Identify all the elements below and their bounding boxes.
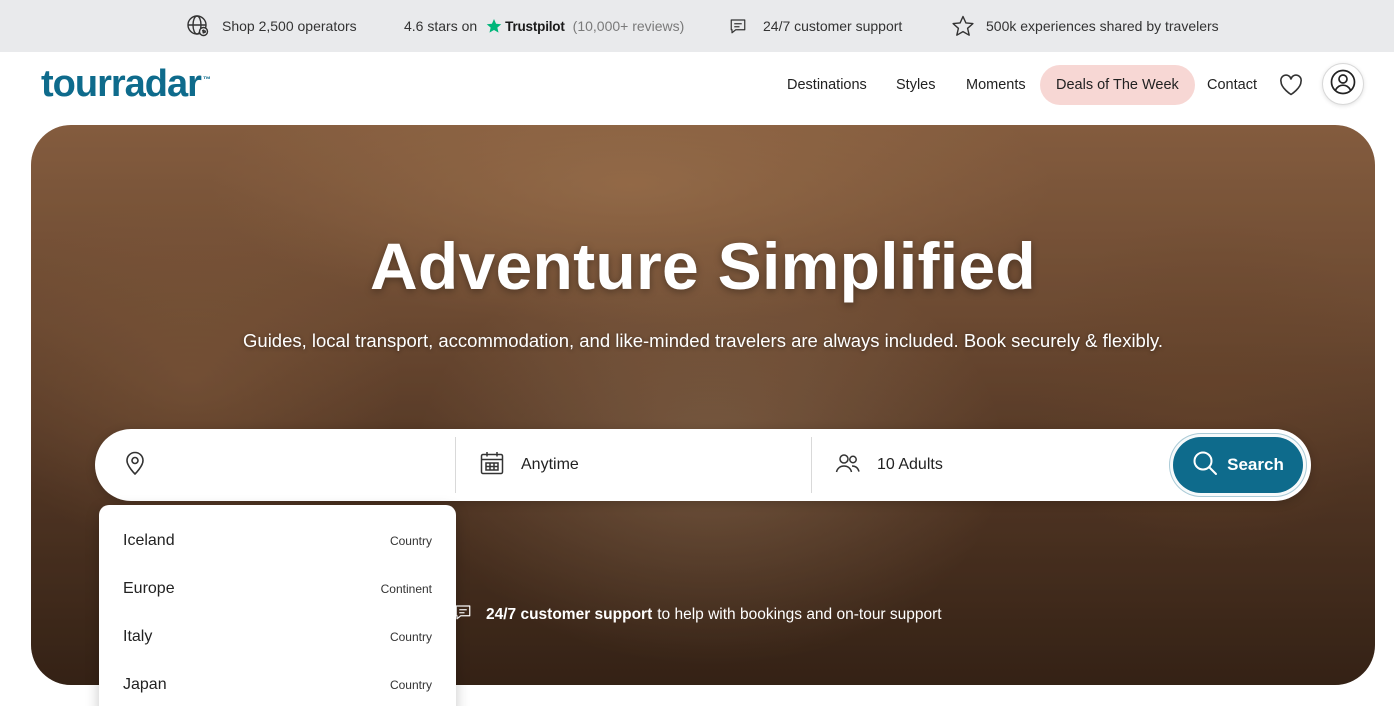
site-header: tourradar ™ Destinations Styles Moments … [0,52,1394,125]
date-field[interactable]: Anytime [479,429,809,501]
search-button-label: Search [1227,455,1284,474]
trustpilot-star-icon [486,18,502,34]
date-value: Anytime [521,456,579,473]
rating-info[interactable]: 4.6 stars on Trustpilot (10,000+ reviews… [404,0,684,52]
suggestion-type: Country [389,678,432,692]
suggestion-name: Italy [123,628,153,645]
chat-icon [454,603,472,626]
search-divider [455,437,456,493]
support-callout-text: to help with bookings and on-tour suppor… [657,605,942,623]
suggestion-item[interactable]: Italy Country [99,613,456,661]
rating-text: 4.6 stars on [404,18,478,34]
suggestion-item[interactable]: Japan Country [99,661,456,706]
trustpilot-wordmark: Trustpilot [505,18,565,34]
suggestion-type: Country [389,534,432,548]
suggestion-name: Iceland [123,532,175,549]
top-info-bar: Shop 2,500 operators 4.6 stars on Trustp… [0,0,1394,52]
hero-subtitle: Guides, local transport, accommodation, … [243,330,1163,351]
search-button[interactable]: Search [1173,437,1303,493]
account-button[interactable] [1322,63,1364,105]
experiences-info: 500k experiences shared by travelers [951,0,1219,52]
nav-contact[interactable]: Contact [1207,65,1257,105]
tourradar-logo[interactable]: tourradar ™ [41,64,211,104]
search-divider [811,437,812,493]
destination-field[interactable] [123,429,453,501]
users-icon [835,452,861,479]
experiences-text: 500k experiences shared by travelers [986,18,1219,34]
operators-info: Shop 2,500 operators [186,0,357,52]
suggestion-type: Country [389,630,432,644]
destination-input[interactable] [159,456,439,474]
destination-suggestions: Iceland Country Europe Continent Italy C… [99,505,456,706]
hero-title: Adventure Simplified [369,229,1037,303]
search-bar: Anytime 10 Adults Search [95,429,1311,501]
chat-icon [729,17,747,35]
calendar-icon [479,450,505,481]
suggestion-item[interactable]: Europe Continent [99,565,456,613]
nav-moments[interactable]: Moments [966,65,1026,105]
globe-icon [186,14,210,38]
suggestion-type: Continent [380,582,432,596]
logo-trademark: ™ [202,75,211,84]
nav-destinations[interactable]: Destinations [787,65,867,105]
heart-icon[interactable] [1278,72,1304,98]
operators-text: Shop 2,500 operators [222,18,357,34]
support-info: 24/7 customer support [729,0,902,52]
logo-text: tourradar [41,63,202,105]
nav-deals-of-the-week[interactable]: Deals of The Week [1040,65,1195,105]
nav-styles[interactable]: Styles [896,65,936,105]
travelers-value: 10 Adults [877,456,943,473]
star-outline-icon [951,14,975,38]
support-callout: 24/7 customer support to help with booki… [454,603,942,626]
suggestion-name: Japan [123,676,167,693]
map-pin-icon [123,450,147,481]
support-callout-bold: 24/7 customer support [486,605,653,623]
suggestion-name: Europe [123,580,175,597]
travelers-field[interactable]: 10 Adults [835,429,1155,501]
reviews-count: (10,000+ reviews) [572,18,685,34]
search-icon [1192,450,1218,481]
user-icon [1330,69,1356,100]
support-text: 24/7 customer support [763,18,903,34]
suggestion-item[interactable]: Iceland Country [99,517,456,565]
